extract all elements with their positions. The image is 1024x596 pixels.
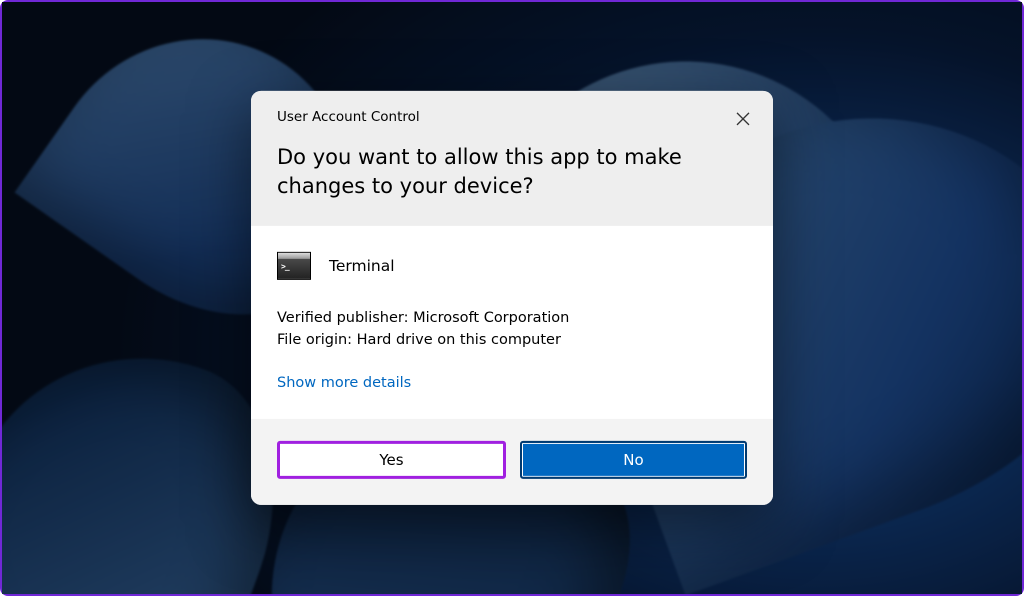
dialog-caption: User Account Control: [277, 109, 747, 125]
app-name: Terminal: [329, 257, 395, 275]
terminal-icon: [277, 252, 311, 280]
dialog-header: User Account Control Do you want to allo…: [251, 91, 773, 226]
dialog-title: Do you want to allow this app to make ch…: [277, 143, 747, 202]
uac-dialog: User Account Control Do you want to allo…: [251, 91, 773, 505]
verified-publisher-line: Verified publisher: Microsoft Corporatio…: [277, 308, 747, 330]
app-info-row: Terminal: [277, 252, 747, 280]
dialog-body: Terminal Verified publisher: Microsoft C…: [251, 226, 773, 420]
dialog-footer: Yes No: [251, 419, 773, 505]
no-button[interactable]: No: [520, 441, 747, 479]
close-button[interactable]: [729, 105, 757, 133]
yes-button[interactable]: Yes: [277, 441, 506, 479]
close-icon: [736, 112, 750, 126]
show-more-details-link[interactable]: Show more details: [277, 375, 411, 391]
file-origin-line: File origin: Hard drive on this computer: [277, 329, 747, 351]
